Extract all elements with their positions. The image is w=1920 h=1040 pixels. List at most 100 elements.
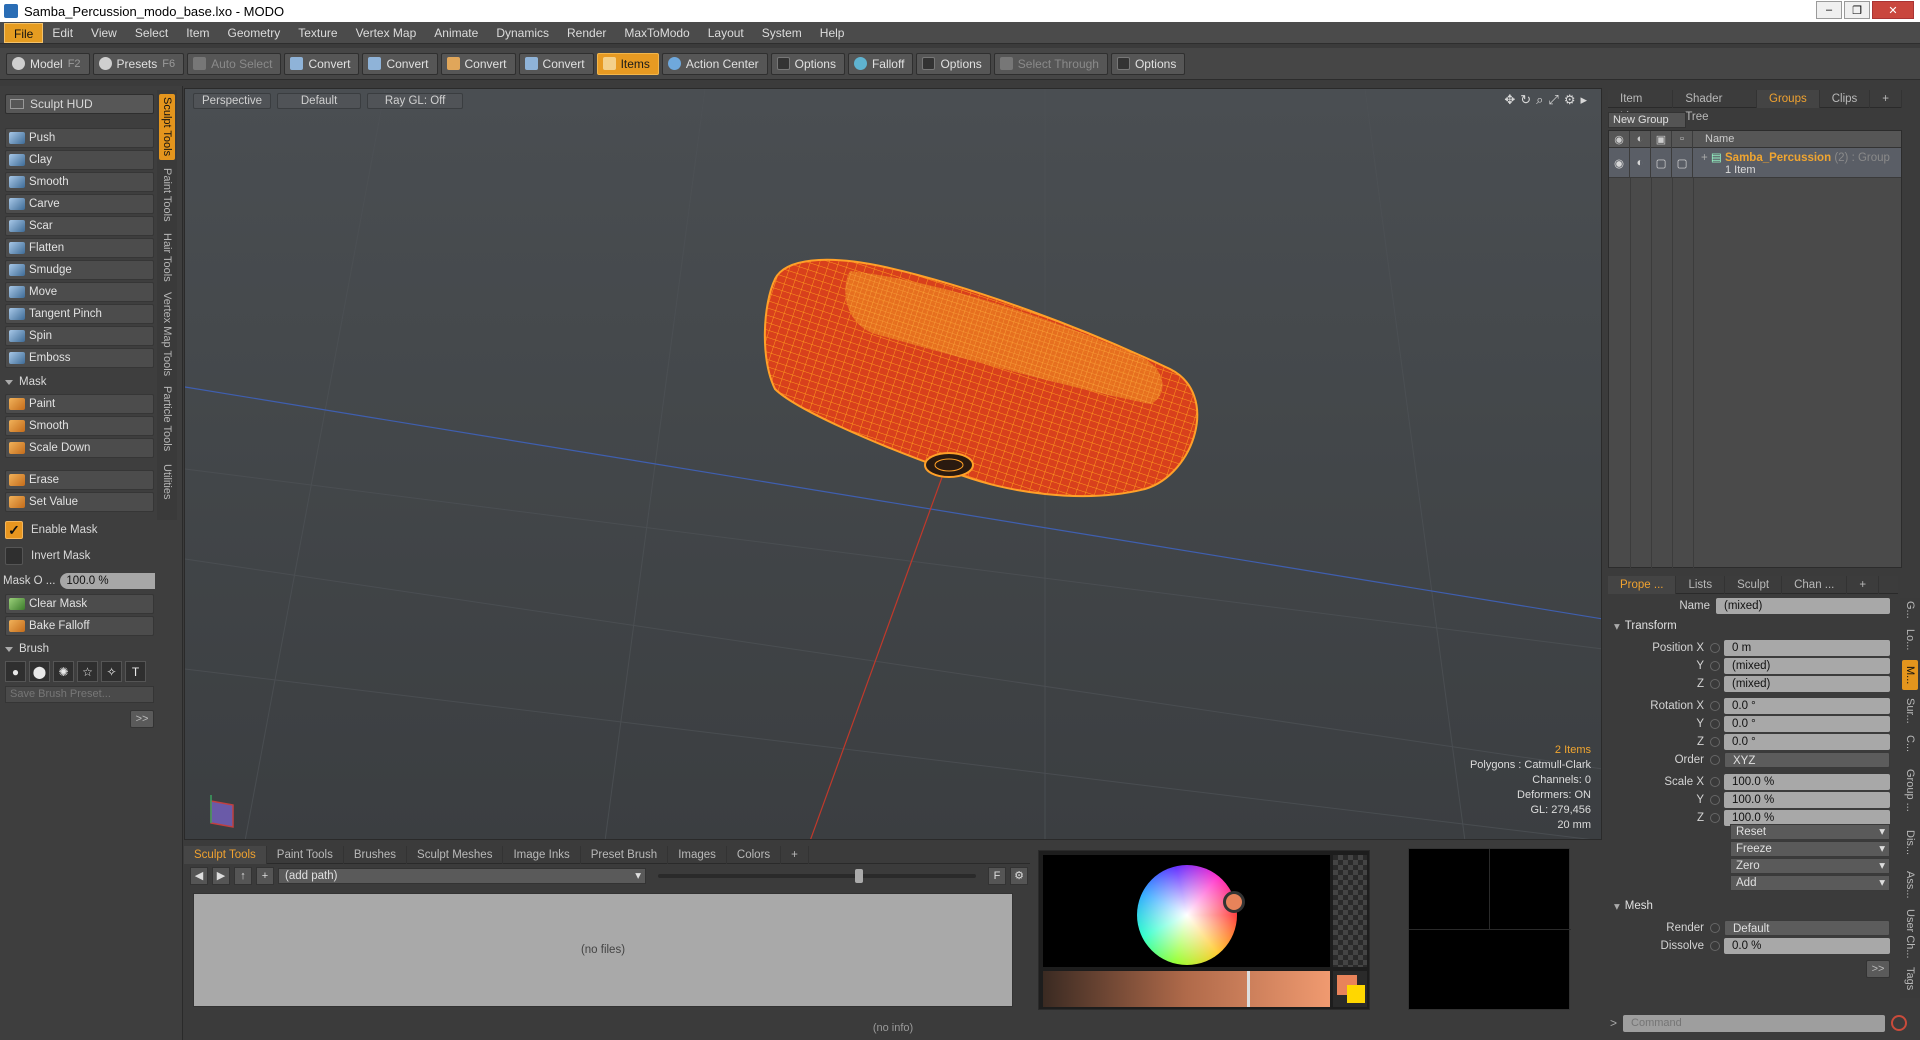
render-icon[interactable]: ◐	[1630, 130, 1651, 148]
keyframe-dot-icon[interactable]	[1710, 923, 1720, 933]
rotate-icon[interactable]: ↻	[1520, 92, 1531, 108]
tab-ass[interactable]: Ass...	[1902, 866, 1918, 904]
maximize-icon[interactable]: ❐	[1844, 1, 1870, 19]
tab-lo[interactable]: Lo...	[1902, 624, 1918, 656]
procedural-brush-icon[interactable]: ✺	[53, 661, 74, 682]
expand-panel-button[interactable]: >>	[130, 710, 154, 728]
keyframe-dot-icon[interactable]	[1710, 737, 1720, 747]
new-group-button[interactable]: New Group	[1608, 112, 1686, 128]
mask-set-value-button[interactable]: Set Value	[5, 492, 154, 512]
command-input[interactable]	[1623, 1014, 1886, 1032]
sculpt-hud-button[interactable]: Sculpt HUD	[5, 94, 154, 114]
dissolve-field[interactable]: 0.0 %	[1724, 938, 1890, 954]
tab-tags[interactable]: Tags	[1902, 964, 1918, 994]
tab-images[interactable]: Images	[668, 846, 727, 864]
secondary-color-swatch[interactable]	[1347, 985, 1365, 1003]
menu-texture[interactable]: Texture	[289, 23, 346, 43]
presets-button[interactable]: Presets F6	[92, 52, 185, 75]
keyframe-dot-icon[interactable]	[1710, 755, 1720, 765]
clear-mask-button[interactable]: Clear Mask	[5, 594, 154, 614]
tab-utilities[interactable]: Utilities	[159, 458, 175, 506]
keyframe-dot-icon[interactable]	[1710, 661, 1720, 671]
tool-smooth[interactable]: Smooth	[5, 172, 154, 192]
zoom-icon[interactable]: ⌕	[1536, 92, 1543, 108]
menu-file[interactable]: File	[4, 22, 44, 43]
close-icon[interactable]: ✕	[1872, 1, 1914, 19]
hard-brush-icon[interactable]: ⬤	[29, 661, 50, 682]
tab-m[interactable]: M...	[1902, 660, 1918, 690]
tab-clips[interactable]: Clips	[1820, 90, 1871, 108]
tool-tangent-pinch[interactable]: Tangent Pinch	[5, 304, 154, 324]
tool-move[interactable]: Move	[5, 282, 154, 302]
tab-sculpt-tools-presets[interactable]: Sculpt Tools	[184, 846, 267, 864]
soft-brush-icon[interactable]: ●	[5, 661, 26, 682]
select-icon[interactable]: ▫	[1672, 130, 1693, 148]
tab-lists[interactable]: Lists	[1676, 576, 1726, 594]
menu-view[interactable]: View	[82, 23, 126, 43]
maximize-viewport-icon[interactable]: ⤢	[1548, 92, 1558, 108]
forward-arrow-icon[interactable]: ▶	[212, 867, 230, 885]
tab-c[interactable]: C...	[1902, 732, 1918, 756]
tool-smudge[interactable]: Smudge	[5, 260, 154, 280]
auto-select-button[interactable]: Auto Select	[187, 52, 282, 75]
tab-sur[interactable]: Sur...	[1902, 694, 1918, 728]
rotation-y-field[interactable]: 0.0 °	[1724, 716, 1890, 732]
position-z-field[interactable]: (mixed)	[1724, 676, 1890, 692]
lock-icon[interactable]: ▣	[1651, 130, 1672, 148]
menu-vertex-map[interactable]: Vertex Map	[347, 23, 426, 43]
view-type-dropdown[interactable]: Perspective	[193, 93, 272, 109]
alpha-strip[interactable]	[1333, 855, 1367, 967]
save-brush-preset-button[interactable]: Save Brush Preset...	[5, 686, 154, 703]
tab-image-inks[interactable]: Image Inks	[503, 846, 581, 864]
tool-carve[interactable]: Carve	[5, 194, 154, 214]
tab-user-channels[interactable]: User Ch...	[1902, 908, 1918, 960]
color-swatches[interactable]	[1333, 971, 1367, 1007]
menu-system[interactable]: System	[753, 23, 811, 43]
zero-dropdown[interactable]: Zero	[1730, 858, 1890, 874]
action-center-button[interactable]: Action Center	[661, 52, 768, 75]
color-wheel-handle[interactable]	[1223, 891, 1245, 913]
convert-vertices-button[interactable]: Convert	[284, 52, 360, 75]
keyframe-dot-icon[interactable]	[1710, 813, 1720, 823]
brush-section-header[interactable]: Brush	[5, 641, 154, 657]
keyframe-dot-icon[interactable]	[1710, 795, 1720, 805]
shading-style-dropdown[interactable]: Default	[277, 93, 362, 109]
render-dropdown[interactable]: Default	[1724, 920, 1890, 936]
keyframe-dot-icon[interactable]	[1710, 777, 1720, 787]
enable-mask-toggle[interactable]: ✓ Enable Mask	[5, 519, 154, 541]
keyframe-dot-icon[interactable]	[1710, 679, 1720, 689]
text-brush-icon[interactable]: T	[125, 661, 146, 682]
bake-falloff-button[interactable]: Bake Falloff	[5, 616, 154, 636]
properties-expand-button[interactable]: >>	[1866, 960, 1890, 978]
select-options-button[interactable]: Options	[1110, 52, 1186, 75]
gradient-marker[interactable]	[1247, 971, 1250, 1007]
mask-opacity-input[interactable]: 100.0 %	[60, 573, 155, 589]
gear-icon[interactable]: ⚙	[1010, 867, 1028, 885]
freeze-dropdown[interactable]: Freeze	[1730, 841, 1890, 857]
menu-animate[interactable]: Animate	[425, 23, 487, 43]
menu-maxtomodo[interactable]: MaxToModo	[615, 23, 698, 43]
tab-dis[interactable]: Dis...	[1902, 824, 1918, 862]
keyframe-dot-icon[interactable]	[1710, 701, 1720, 711]
add-tab-icon[interactable]: +	[1847, 576, 1880, 594]
reset-dropdown[interactable]: Reset	[1730, 824, 1890, 840]
mesh-section-header[interactable]: ▾ Mesh	[1614, 898, 1653, 914]
name-field[interactable]: (mixed)	[1716, 598, 1890, 614]
items-mode-button[interactable]: Items	[596, 52, 659, 75]
action-center-options-button[interactable]: Options	[770, 52, 845, 75]
menu-select[interactable]: Select	[126, 23, 177, 43]
eye-icon[interactable]: ◉	[1609, 130, 1630, 148]
tab-sculpt-tools[interactable]: Sculpt Tools	[159, 94, 175, 160]
path-dropdown[interactable]: (add path) ▾	[278, 868, 646, 884]
position-x-field[interactable]: 0 m	[1724, 640, 1890, 656]
tab-vertex-map-tools[interactable]: Vertex Map Tools	[159, 288, 175, 380]
menu-geometry[interactable]: Geometry	[219, 23, 290, 43]
pan-icon[interactable]: ✥	[1504, 92, 1515, 108]
expand-plus-icon[interactable]: +	[1701, 152, 1711, 164]
rotation-z-field[interactable]: 0.0 °	[1724, 734, 1890, 750]
tab-sculpt[interactable]: Sculpt	[1725, 576, 1783, 594]
keyframe-dot-icon[interactable]	[1710, 941, 1720, 951]
render-toggle-icon[interactable]: ◐	[1630, 148, 1651, 177]
tab-group[interactable]: Group ...	[1902, 760, 1918, 820]
position-y-field[interactable]: (mixed)	[1724, 658, 1890, 674]
